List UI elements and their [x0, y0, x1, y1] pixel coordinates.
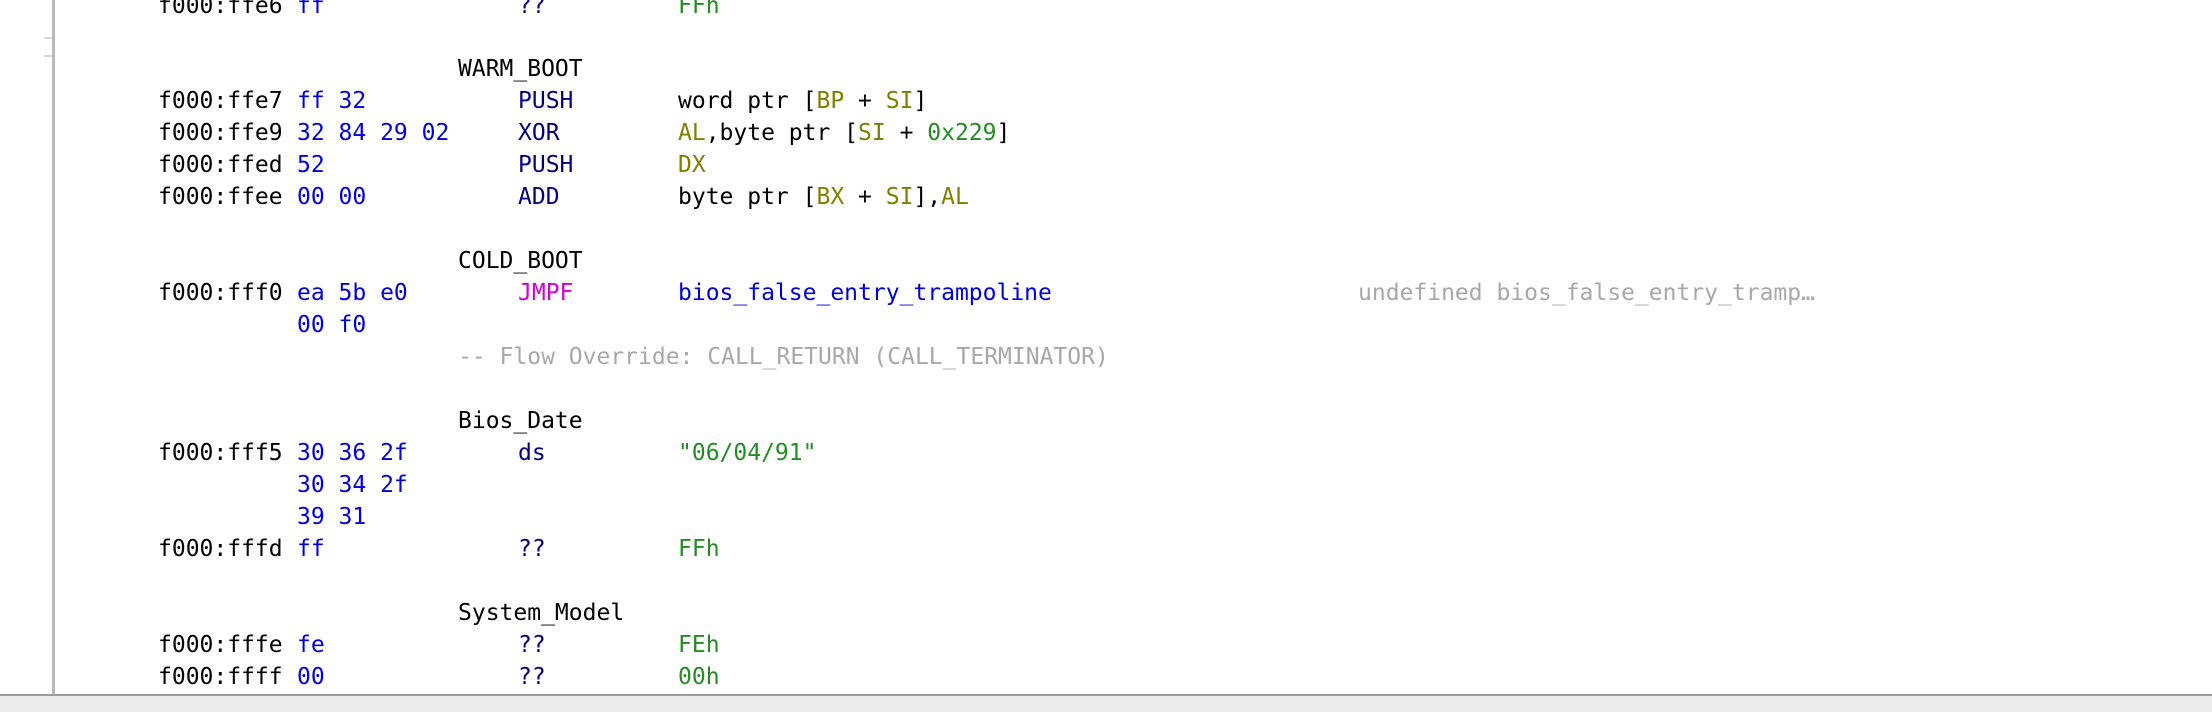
operand-register[interactable]: SI	[858, 120, 886, 146]
operand-text: word ptr [	[678, 88, 817, 114]
operand-register[interactable]: SI	[886, 88, 914, 114]
row-mnemonic[interactable]: JMPF	[518, 277, 573, 309]
operand-string[interactable]: "06/04/91"	[678, 437, 816, 469]
row-operand[interactable]: AL,byte ptr [SI + 0x229]	[678, 117, 1010, 149]
row-mnemonic[interactable]: ??	[518, 661, 546, 693]
row-bytes[interactable]: ea 5b e0	[297, 277, 408, 309]
row-address[interactable]: f000:ffe6	[158, 0, 283, 22]
operand-text: byte ptr [	[678, 184, 817, 210]
row-address[interactable]: f000:ffe7	[158, 85, 283, 117]
horizontal-scrollbar[interactable]	[0, 696, 2212, 712]
row-address[interactable]: f000:fff0	[158, 277, 283, 309]
row-mnemonic[interactable]: ADD	[518, 181, 560, 213]
label-system-model[interactable]: System_Model	[458, 597, 624, 629]
row-mnemonic[interactable]: ??	[518, 0, 546, 22]
flow-override-comment[interactable]: -- Flow Override: CALL_RETURN (CALL_TERM…	[458, 341, 1109, 373]
row-operand[interactable]: FFh	[678, 533, 720, 565]
operand-register[interactable]: AL	[678, 120, 706, 146]
operand-symbol-link[interactable]: bios_false_entry_trampoline	[678, 277, 1052, 309]
row-operand[interactable]: FEh	[678, 629, 720, 661]
operand-text: ,byte ptr [	[705, 120, 859, 146]
row-mnemonic[interactable]: PUSH	[518, 85, 573, 117]
margin-marker-icon	[44, 37, 52, 57]
operand-register[interactable]: BP	[816, 88, 844, 114]
operand-scalar[interactable]: 0x229	[927, 120, 996, 146]
operand-text: +	[885, 120, 928, 146]
row-bytes[interactable]: 30 36 2f	[297, 437, 408, 469]
row-operand[interactable]: byte ptr [BX + SI],AL	[678, 181, 969, 213]
row-bytes-continued[interactable]: 30 34 2f	[297, 469, 408, 501]
row-operand[interactable]: FFh	[678, 0, 720, 22]
label-warm-boot[interactable]: WARM_BOOT	[458, 53, 583, 85]
row-bytes[interactable]: ff	[297, 0, 325, 22]
row-address[interactable]: f000:fff5	[158, 437, 283, 469]
operand-register[interactable]: SI	[886, 184, 914, 210]
row-bytes-continued[interactable]: 39 31	[297, 501, 366, 533]
row-mnemonic[interactable]: ??	[518, 629, 546, 661]
row-bytes[interactable]: ff 32	[297, 85, 366, 117]
row-address[interactable]: f000:ffee	[158, 181, 283, 213]
row-address[interactable]: f000:fffe	[158, 629, 283, 661]
eol-comment[interactable]: undefined bios_false_entry_tramp…	[1358, 277, 1815, 309]
operand-text: +	[844, 88, 886, 114]
row-bytes[interactable]: ff	[297, 533, 325, 565]
row-bytes[interactable]: 00 00	[297, 181, 366, 213]
row-bytes[interactable]: fe	[297, 629, 325, 661]
operand-text: +	[844, 184, 886, 210]
operand-register[interactable]: BX	[816, 184, 844, 210]
operand-register[interactable]: DX	[678, 149, 706, 181]
operand-register[interactable]: AL	[941, 184, 969, 210]
row-mnemonic[interactable]: XOR	[518, 117, 560, 149]
operand-text: ]	[913, 88, 928, 114]
row-address[interactable]: f000:ffff	[158, 661, 283, 693]
label-bios-date[interactable]: Bios_Date	[458, 405, 583, 437]
row-address[interactable]: f000:ffe9	[158, 117, 283, 149]
disassembly-listing[interactable]: f000:ffe6 ff ?? FFh WARM_BOOT f000:ffe7 …	[55, 0, 2212, 694]
row-operand[interactable]: word ptr [BP + SI]	[678, 85, 927, 117]
row-mnemonic[interactable]: ds	[518, 437, 546, 469]
row-bytes[interactable]: 32 84 29 02	[297, 117, 449, 149]
row-bytes-continued[interactable]: 00 f0	[297, 309, 366, 341]
row-address[interactable]: f000:ffed	[158, 149, 283, 181]
row-operand[interactable]: 00h	[678, 661, 720, 693]
row-bytes[interactable]: 00	[297, 661, 325, 693]
row-mnemonic[interactable]: PUSH	[518, 149, 573, 181]
row-address[interactable]: f000:fffd	[158, 533, 283, 565]
operand-text: ],	[913, 184, 942, 210]
left-margin	[0, 0, 52, 694]
row-bytes[interactable]: 52	[297, 149, 325, 181]
label-cold-boot[interactable]: COLD_BOOT	[458, 245, 583, 277]
row-mnemonic[interactable]: ??	[518, 533, 546, 565]
operand-text: ]	[996, 120, 1011, 146]
